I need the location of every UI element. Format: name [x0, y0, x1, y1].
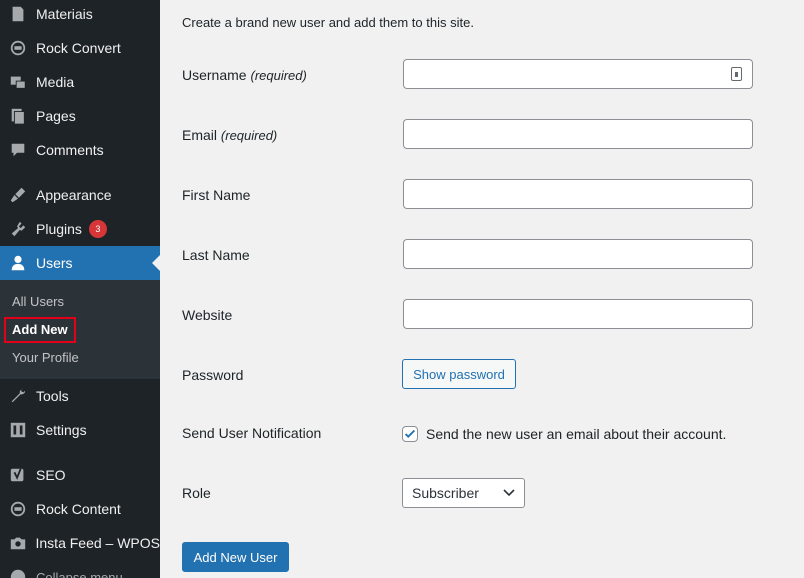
menu-item-label: Plugins	[36, 221, 82, 237]
menu-item-label: Materiais	[36, 6, 93, 22]
email-input[interactable]	[404, 120, 752, 148]
menu-item-materiais[interactable]: Materiais	[0, 0, 160, 31]
first-name-field[interactable]	[403, 179, 753, 209]
camera-icon	[0, 534, 36, 552]
menu-item-label: SEO	[36, 467, 66, 483]
add-new-user-button[interactable]: Add New User	[182, 542, 289, 572]
notification-text: Send the new user an email about their a…	[426, 426, 727, 442]
menu-item-label: Users	[36, 255, 73, 271]
submenu-all-users[interactable]: All Users	[12, 294, 64, 309]
add-new-highlight	[4, 317, 76, 343]
username-label: Username (required)	[182, 67, 307, 83]
rock-content-icon	[0, 500, 36, 518]
menu-item-seo[interactable]: SEO	[0, 458, 160, 492]
plugins-icon	[0, 220, 36, 238]
menu-item-label: Collapse menu	[36, 569, 123, 578]
role-selected-value: Subscriber	[412, 485, 479, 501]
collapse-icon	[0, 568, 36, 578]
tools-icon	[0, 387, 36, 405]
email-label: Email (required)	[182, 127, 277, 143]
menu-item-label: Tools	[36, 388, 69, 404]
menu-item-insta-feed[interactable]: Insta Feed – WPOS	[0, 526, 160, 560]
first-name-input[interactable]	[404, 180, 752, 208]
notification-label: Send User Notification	[182, 425, 322, 441]
admin-sidebar: Materiais Rock Convert Media Pages Comme…	[0, 0, 160, 578]
last-name-label: Last Name	[182, 247, 250, 263]
menu-item-users[interactable]: Users	[0, 246, 160, 280]
submenu-your-profile[interactable]: Your Profile	[12, 350, 79, 365]
page-intro: Create a brand new user and add them to …	[182, 15, 474, 30]
menu-item-rock-content[interactable]: Rock Content	[0, 492, 160, 526]
username-label-text: Username	[182, 67, 247, 83]
menu-item-label: Rock Content	[36, 501, 121, 517]
email-label-text: Email	[182, 127, 218, 143]
menu-item-label: Pages	[36, 108, 76, 124]
show-password-button[interactable]: Show password	[402, 359, 516, 389]
website-label: Website	[182, 307, 233, 323]
username-input[interactable]	[404, 60, 752, 88]
main-content: Create a brand new user and add them to …	[160, 0, 804, 578]
menu-item-label: Comments	[36, 142, 104, 158]
menu-item-comments[interactable]: Comments	[0, 133, 160, 167]
rock-convert-icon	[0, 39, 36, 57]
first-name-label: First Name	[182, 187, 251, 203]
password-label: Password	[182, 367, 244, 383]
users-icon	[0, 254, 36, 272]
menu-item-appearance[interactable]: Appearance	[0, 178, 160, 212]
last-name-input[interactable]	[404, 240, 752, 268]
menu-item-pages[interactable]: Pages	[0, 99, 160, 133]
menu-item-label: Rock Convert	[36, 40, 121, 56]
last-name-field[interactable]	[403, 239, 753, 269]
plugins-update-badge: 3	[88, 220, 107, 238]
comments-icon	[0, 141, 36, 159]
chevron-down-icon	[503, 489, 515, 497]
website-field[interactable]	[403, 299, 753, 329]
website-input[interactable]	[404, 300, 752, 328]
role-select[interactable]: Subscriber	[402, 478, 525, 508]
pages-icon	[0, 107, 36, 125]
menu-item-media[interactable]: Media	[0, 65, 160, 99]
menu-item-rock-convert[interactable]: Rock Convert	[0, 31, 160, 65]
menu-item-plugins[interactable]: Plugins 3	[0, 212, 160, 246]
menu-item-label: Appearance	[36, 187, 112, 203]
menu-item-collapse[interactable]: Collapse menu	[0, 560, 160, 578]
email-field[interactable]	[403, 119, 753, 149]
media-icon	[0, 73, 36, 91]
menu-item-settings[interactable]: Settings	[0, 413, 160, 447]
appearance-icon	[0, 186, 36, 204]
menu-item-label: Insta Feed – WPOS	[35, 535, 161, 551]
email-required-note: (required)	[220, 128, 278, 143]
checkmark-icon	[404, 429, 416, 438]
username-required-note: (required)	[250, 68, 307, 83]
send-notification-checkbox[interactable]	[402, 426, 418, 442]
menu-item-tools[interactable]: Tools	[0, 379, 160, 413]
password-manager-icon[interactable]	[731, 67, 742, 81]
settings-icon	[0, 421, 36, 439]
materiais-icon	[0, 5, 36, 23]
seo-icon	[0, 466, 36, 484]
role-label: Role	[182, 485, 211, 501]
username-field[interactable]	[403, 59, 753, 89]
menu-item-label: Media	[36, 74, 75, 90]
menu-item-label: Settings	[36, 422, 87, 438]
